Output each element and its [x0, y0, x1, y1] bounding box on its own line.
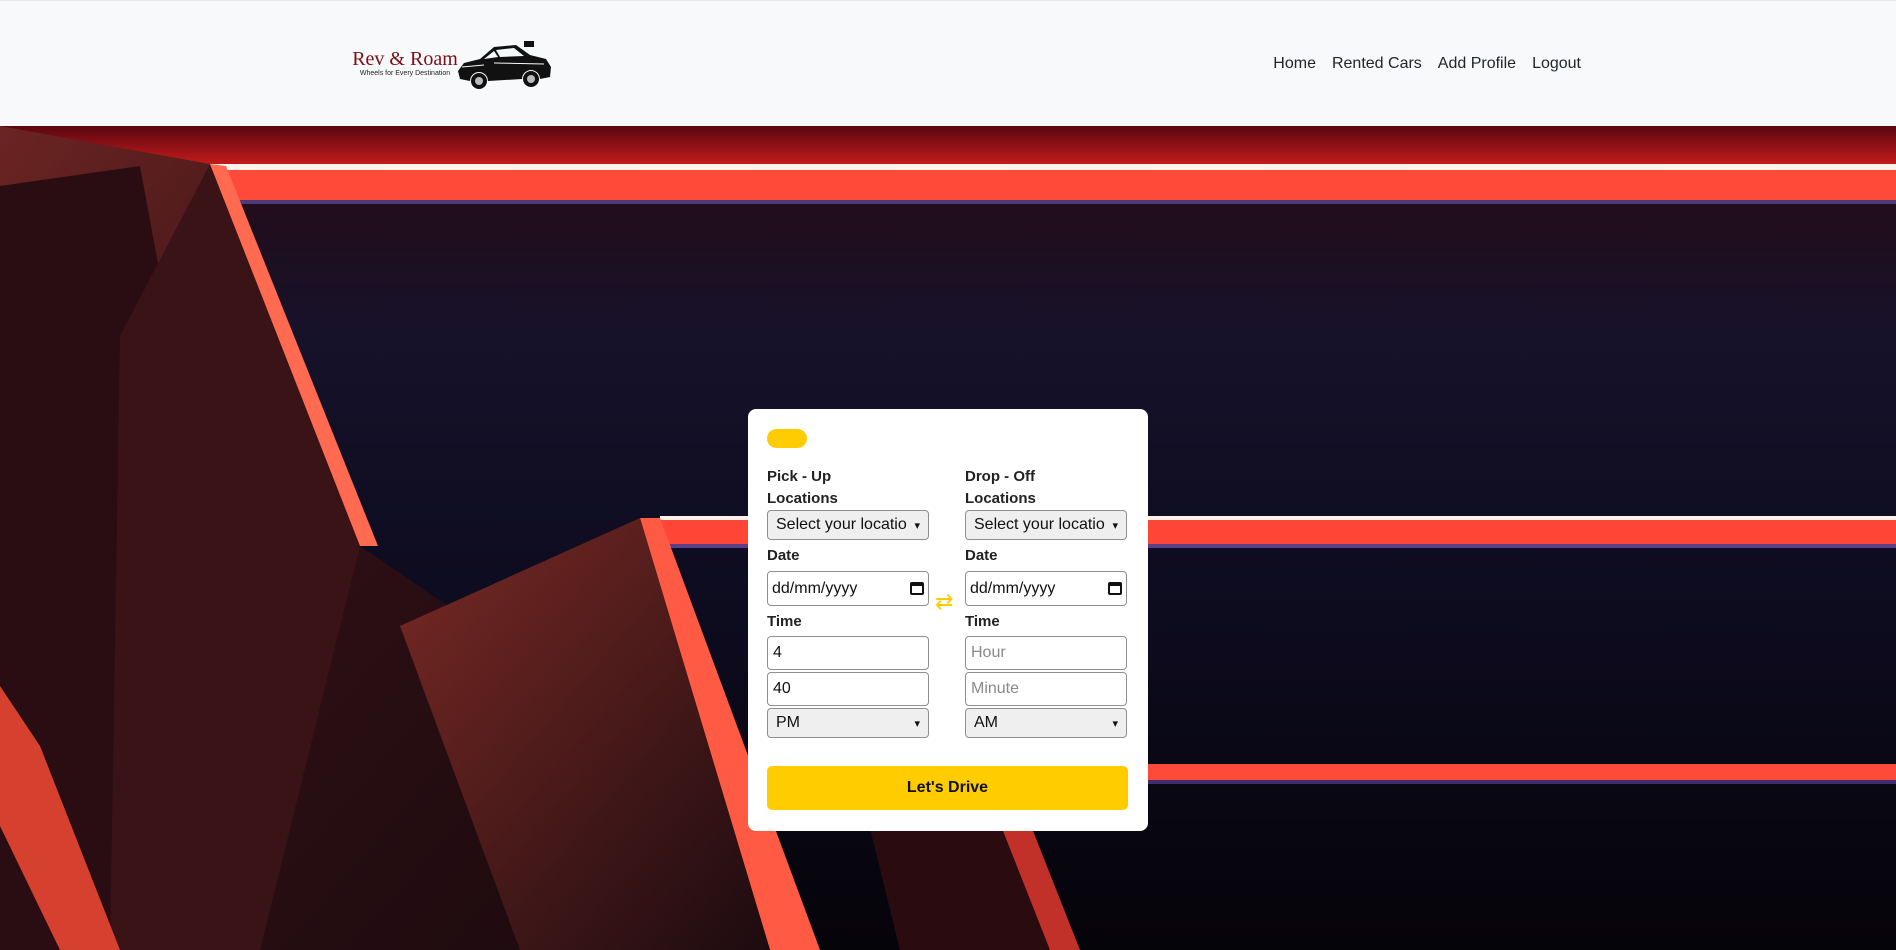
pickup-date-input[interactable]: dd/mm/yyyy	[767, 571, 929, 606]
brand-text: Rev & Roam Wheels for Every Destination	[350, 49, 460, 79]
pickup-ampm-value: PM	[776, 714, 800, 731]
dropoff-location-select[interactable]: Select your locatio ▾	[965, 510, 1127, 540]
site-header: Rev & Roam Wheels for Every Destination …	[0, 0, 1896, 126]
dropoff-ampm-select[interactable]: AM ▾	[965, 708, 1127, 738]
toggle-pill[interactable]	[767, 429, 807, 448]
dropoff-heading: Drop - Off Locations	[965, 468, 1036, 507]
muscle-car-icon	[458, 41, 551, 89]
dropoff-date-label: Date	[965, 547, 998, 564]
dropoff-date-input[interactable]: dd/mm/yyyy	[965, 571, 1127, 606]
pickup-heading: Pick - Up Locations	[767, 468, 838, 507]
pickup-ampm-select[interactable]: PM ▾	[767, 708, 929, 738]
booking-card: Pick - Up Locations Select your locatio …	[748, 409, 1148, 831]
nav-home[interactable]: Home	[1265, 54, 1324, 74]
pickup-hour-value: 4	[773, 644, 782, 661]
calendar-icon[interactable]	[1108, 582, 1122, 595]
dropoff-hour-placeholder: Hour	[971, 644, 1006, 661]
dropoff-time-label: Time	[965, 613, 1000, 630]
dropoff-ampm-value: AM	[974, 714, 998, 731]
dropoff-location-value: Select your locatio	[974, 516, 1105, 533]
brand-tagline: Wheels for Every Destination	[359, 70, 451, 77]
nav-logout[interactable]: Logout	[1524, 54, 1589, 74]
chevron-down-icon: ▾	[914, 717, 920, 730]
dropoff-minute-input[interactable]: Minute	[965, 672, 1127, 706]
dropoff-column: Drop - Off Locations Select your locatio…	[965, 466, 1127, 738]
pickup-time-label: Time	[767, 613, 802, 630]
pickup-date-placeholder: dd/mm/yyyy	[772, 579, 858, 597]
dropoff-minute-placeholder: Minute	[971, 680, 1020, 697]
nav-rented-cars[interactable]: Rented Cars	[1324, 54, 1430, 74]
pickup-minute-input[interactable]: 40	[767, 672, 929, 706]
pickup-date-label: Date	[767, 547, 800, 564]
pickup-location-value: Select your locatio	[776, 516, 907, 533]
chevron-down-icon: ▾	[1112, 717, 1118, 730]
calendar-icon[interactable]	[910, 582, 924, 595]
main-nav: Home Rented Cars Add Profile Logout	[1265, 54, 1589, 74]
lets-drive-button[interactable]: Let's Drive	[767, 766, 1128, 810]
nav-add-profile[interactable]: Add Profile	[1430, 54, 1524, 74]
chevron-down-icon: ▾	[1112, 519, 1118, 532]
pickup-hour-input[interactable]: 4	[767, 636, 929, 670]
brand-logo[interactable]: Rev & Roam Wheels for Every Destination	[350, 37, 552, 93]
dropoff-hour-input[interactable]: Hour	[965, 636, 1127, 670]
pickup-location-select[interactable]: Select your locatio ▾	[767, 510, 929, 540]
swap-arrows-icon[interactable]: ⇄	[935, 591, 953, 613]
pickup-minute-value: 40	[773, 680, 791, 697]
brand-name: Rev & Roam	[352, 48, 458, 70]
pickup-column: Pick - Up Locations Select your locatio …	[767, 466, 929, 738]
dropoff-date-placeholder: dd/mm/yyyy	[970, 579, 1056, 597]
chevron-down-icon: ▾	[914, 519, 920, 532]
